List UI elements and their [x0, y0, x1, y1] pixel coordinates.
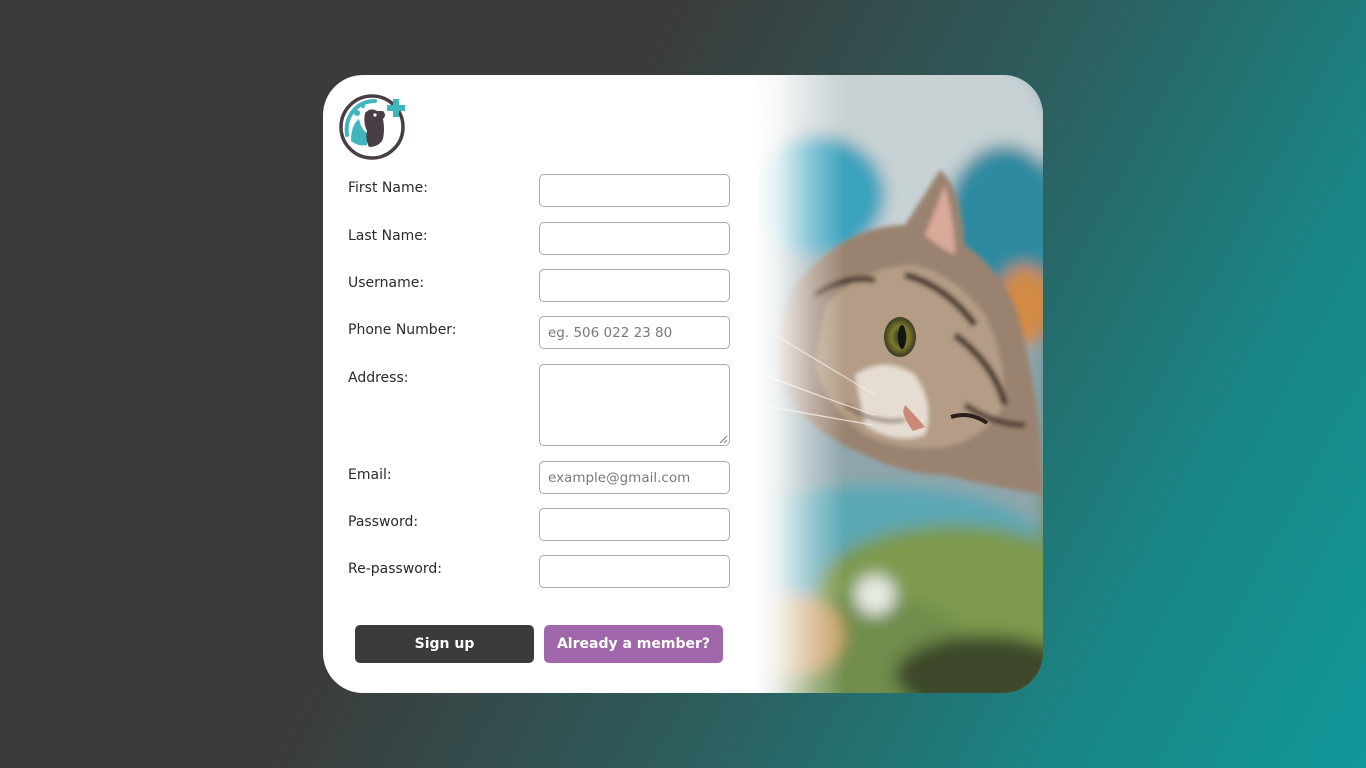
- signup-form: First Name: Last Name: Username: Phone N…: [323, 75, 763, 693]
- photo-fade-overlay: [755, 75, 845, 693]
- first-name-label: First Name:: [348, 180, 428, 196]
- already-member-button[interactable]: Already a member?: [544, 625, 723, 663]
- email-input[interactable]: [539, 461, 730, 494]
- last-name-input[interactable]: [539, 222, 730, 255]
- cat-photo: [755, 75, 1043, 693]
- phone-input[interactable]: [539, 316, 730, 349]
- sign-up-button[interactable]: Sign up: [355, 625, 534, 663]
- address-textarea[interactable]: [539, 364, 730, 446]
- re-password-label: Re-password:: [348, 561, 442, 577]
- username-input[interactable]: [539, 269, 730, 302]
- re-password-input[interactable]: [539, 555, 730, 588]
- password-input[interactable]: [539, 508, 730, 541]
- phone-label: Phone Number:: [348, 322, 457, 338]
- email-label: Email:: [348, 467, 392, 483]
- password-label: Password:: [348, 514, 419, 530]
- last-name-label: Last Name:: [348, 228, 428, 244]
- signup-card: First Name: Last Name: Username: Phone N…: [323, 75, 1043, 693]
- first-name-input[interactable]: [539, 174, 730, 207]
- address-label: Address:: [348, 370, 409, 386]
- pet-clinic-logo-icon: [339, 94, 405, 160]
- username-label: Username:: [348, 275, 425, 291]
